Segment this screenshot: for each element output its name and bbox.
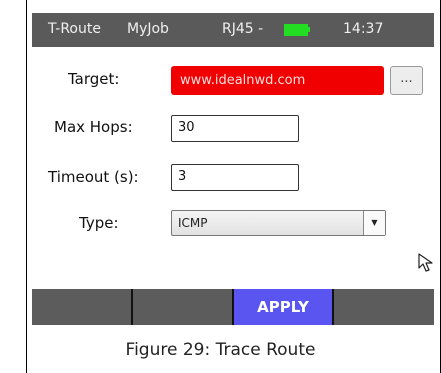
type-label: Type:	[79, 214, 119, 232]
target-label: Target:	[68, 70, 120, 88]
target-value: www.idealnwd.com	[180, 73, 306, 88]
figure-caption: Figure 29: Trace Route	[125, 340, 316, 360]
target-browse-button[interactable]: ...	[390, 66, 423, 95]
status-bar: T-Route MyJob RJ45 - 14:37	[32, 13, 434, 47]
max-hops-input[interactable]: 30	[171, 115, 299, 142]
apply-button[interactable]: APPLY	[234, 289, 332, 325]
type-select[interactable]: ICMP ▼	[171, 210, 386, 236]
softkey-1[interactable]	[32, 289, 131, 325]
softkey-divider	[131, 289, 133, 325]
clock: 14:37	[343, 21, 384, 37]
type-select-value: ICMP	[178, 216, 208, 230]
target-field[interactable]: www.idealnwd.com	[171, 66, 384, 95]
document-border-left	[26, 0, 27, 373]
mouse-pointer-icon	[418, 253, 433, 272]
timeout-label: Timeout (s):	[48, 168, 139, 186]
softkey-divider	[332, 289, 334, 325]
app-title: T-Route	[48, 21, 101, 37]
job-name: MyJob	[127, 21, 169, 37]
softkey-4[interactable]	[334, 289, 434, 325]
softkey-2[interactable]	[133, 289, 232, 325]
battery-tip	[307, 27, 310, 32]
battery-icon	[284, 24, 308, 36]
chevron-down-icon[interactable]: ▼	[363, 211, 385, 235]
port-indicator: RJ45 -	[222, 21, 264, 37]
max-hops-label: Max Hops:	[54, 118, 133, 136]
softkey-divider	[232, 289, 234, 325]
timeout-input[interactable]: 3	[171, 164, 299, 191]
device-screen: T-Route MyJob RJ45 - 14:37 Target: www.i…	[32, 0, 434, 325]
softkey-bar: APPLY	[32, 289, 434, 325]
